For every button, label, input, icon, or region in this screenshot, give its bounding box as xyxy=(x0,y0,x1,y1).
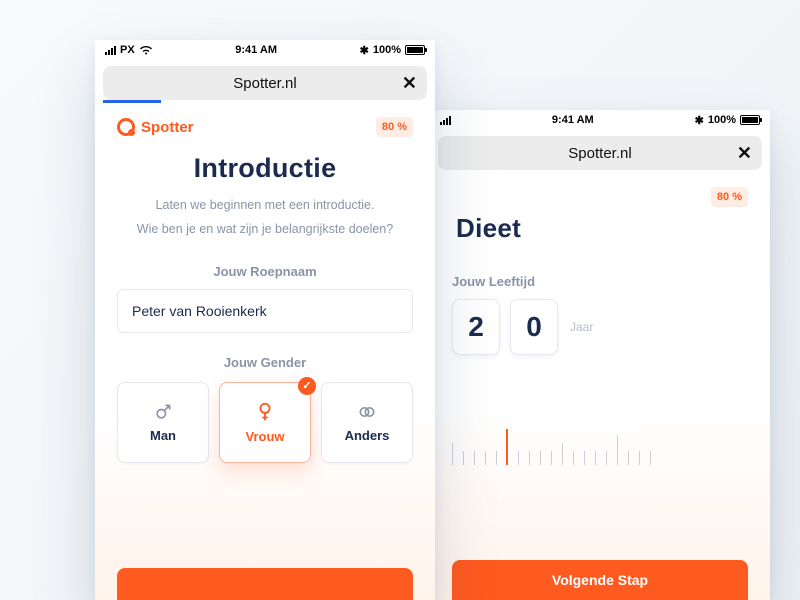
status-bar: PX 9:41 AM ✱ 100% xyxy=(95,40,435,60)
gender-option-man[interactable]: Man xyxy=(117,382,209,463)
brand: Spotter xyxy=(117,118,194,136)
other-gender-icon xyxy=(357,402,377,422)
page-title: Dieet xyxy=(452,213,748,244)
age-unit: Jaar xyxy=(570,320,593,334)
battery-pct: 100% xyxy=(373,44,401,56)
next-step-button[interactable]: Volgende Stap xyxy=(452,560,748,600)
female-icon xyxy=(254,401,276,423)
progress-badge: 80 % xyxy=(711,187,748,207)
url-bar[interactable]: Spotter.nl ✕ xyxy=(438,136,762,170)
url-bar[interactable]: Spotter.nl ✕ xyxy=(103,66,427,100)
check-icon: ✓ xyxy=(298,377,316,395)
phone-front: PX 9:41 AM ✱ 100% Spotter.nl ✕ Spotter 8… xyxy=(95,40,435,600)
close-icon[interactable]: ✕ xyxy=(737,143,752,164)
phone-back: 9:41 AM ✱ 100% Spotter.nl ✕ 80 % Dieet J… xyxy=(430,110,770,600)
gender-option-anders[interactable]: Anders xyxy=(321,382,413,463)
age-digits: 2 0 Jaar xyxy=(452,299,748,355)
url-text: Spotter.nl xyxy=(233,75,296,92)
progress-badge: 80 % xyxy=(376,117,413,137)
brand-name: Spotter xyxy=(141,119,194,136)
battery-icon xyxy=(405,45,425,55)
page-title: Introductie xyxy=(117,153,413,184)
primary-cta-button[interactable] xyxy=(117,568,413,600)
gender-option-vrouw[interactable]: ✓ Vrouw xyxy=(219,382,311,463)
carrier: PX xyxy=(120,44,135,56)
gender-label: Jouw Gender xyxy=(117,355,413,370)
status-time: 9:41 AM xyxy=(552,114,594,126)
bluetooth-icon: ✱ xyxy=(695,114,704,127)
age-digit-1[interactable]: 2 xyxy=(452,299,500,355)
name-label: Jouw Roepnaam xyxy=(117,264,413,279)
subtitle: Laten we beginnen met een introductie. W… xyxy=(117,194,413,242)
status-bar: 9:41 AM ✱ 100% xyxy=(430,110,770,130)
url-text: Spotter.nl xyxy=(568,145,631,162)
battery-pct: 100% xyxy=(708,114,736,126)
close-icon[interactable]: ✕ xyxy=(402,73,417,94)
age-ruler[interactable] xyxy=(452,415,748,465)
bluetooth-icon: ✱ xyxy=(360,44,369,57)
status-time: 9:41 AM xyxy=(235,44,277,56)
ruler-needle[interactable] xyxy=(506,429,508,465)
wifi-icon xyxy=(139,45,153,55)
brand-logo-icon xyxy=(117,118,135,136)
age-digit-2[interactable]: 0 xyxy=(510,299,558,355)
name-input[interactable] xyxy=(117,289,413,333)
signal-icon xyxy=(105,46,116,55)
signal-icon xyxy=(440,116,451,125)
age-label: Jouw Leeftijd xyxy=(452,274,748,289)
battery-icon xyxy=(740,115,760,125)
male-icon xyxy=(153,402,173,422)
